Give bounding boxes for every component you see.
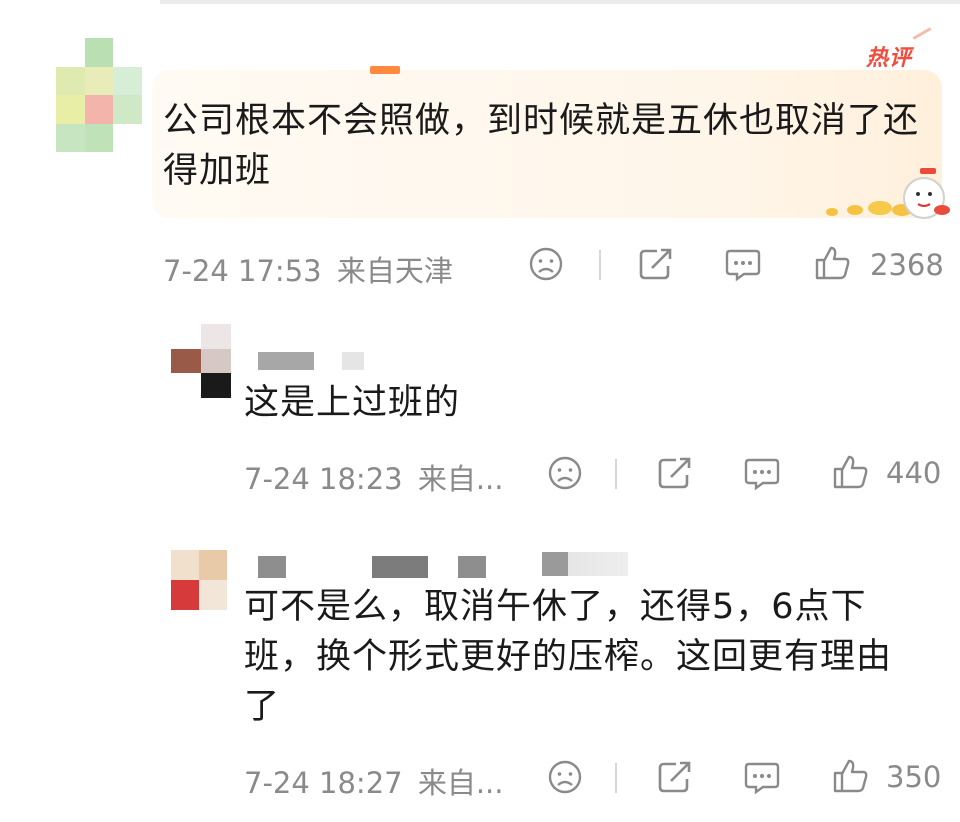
like-icon[interactable] [814, 244, 852, 282]
avatar[interactable] [171, 550, 227, 610]
location: 来自... [417, 462, 504, 496]
dislike-icon[interactable] [528, 246, 564, 282]
avatar[interactable] [171, 324, 231, 398]
like-count: 2368 [870, 248, 944, 282]
username-redacted [542, 552, 628, 576]
comment-icon[interactable] [724, 246, 762, 282]
comment-meta: 7-24 17:53 来自天津 [163, 248, 453, 290]
username-redacted [458, 556, 486, 578]
dislike-icon[interactable] [547, 455, 583, 491]
avatar[interactable] [56, 38, 142, 152]
like-icon[interactable] [832, 453, 870, 491]
comment-meta: 7-24 18:27 来自... [244, 760, 503, 802]
timestamp: 7-24 18:27 [244, 766, 403, 800]
username-redacted [258, 556, 286, 578]
timestamp: 7-24 17:53 [163, 254, 322, 288]
dislike-icon[interactable] [547, 759, 583, 795]
username-fragment [370, 66, 400, 74]
reply-text: 可不是么，取消午休了，还得5，6点下班，换个形式更好的压榨。这回更有理由了 [244, 587, 893, 727]
badge-flourish [912, 27, 932, 40]
like-count: 350 [886, 760, 942, 794]
mascot-decoration-icon [826, 168, 950, 219]
comment-icon[interactable] [743, 455, 781, 491]
top-divider [160, 0, 960, 4]
like-icon[interactable] [832, 757, 870, 795]
username-redacted [342, 352, 364, 370]
repost-icon[interactable] [637, 246, 675, 282]
comment-feed: 热评 公司根本不会照做，到时候就是五休也取消了还得加班 7-24 17:53 来… [0, 0, 960, 822]
repost-icon[interactable] [656, 455, 694, 491]
timestamp: 7-24 18:23 [244, 462, 403, 496]
location: 来自天津 [336, 254, 453, 288]
divider [615, 459, 617, 489]
location: 来自... [417, 766, 504, 800]
comment-icon[interactable] [743, 759, 781, 795]
comment-text: 公司根本不会照做，到时候就是五休也取消了还得加班 [163, 101, 920, 191]
like-count: 440 [886, 456, 942, 490]
repost-icon[interactable] [656, 759, 694, 795]
divider [599, 250, 601, 280]
username-redacted [258, 352, 314, 370]
hot-comment-badge: 热评 [866, 46, 913, 71]
comment-meta: 7-24 18:23 来自... [244, 456, 503, 498]
reply-text: 这是上过班的 [244, 383, 461, 423]
username-redacted [372, 556, 428, 578]
divider [615, 763, 617, 793]
